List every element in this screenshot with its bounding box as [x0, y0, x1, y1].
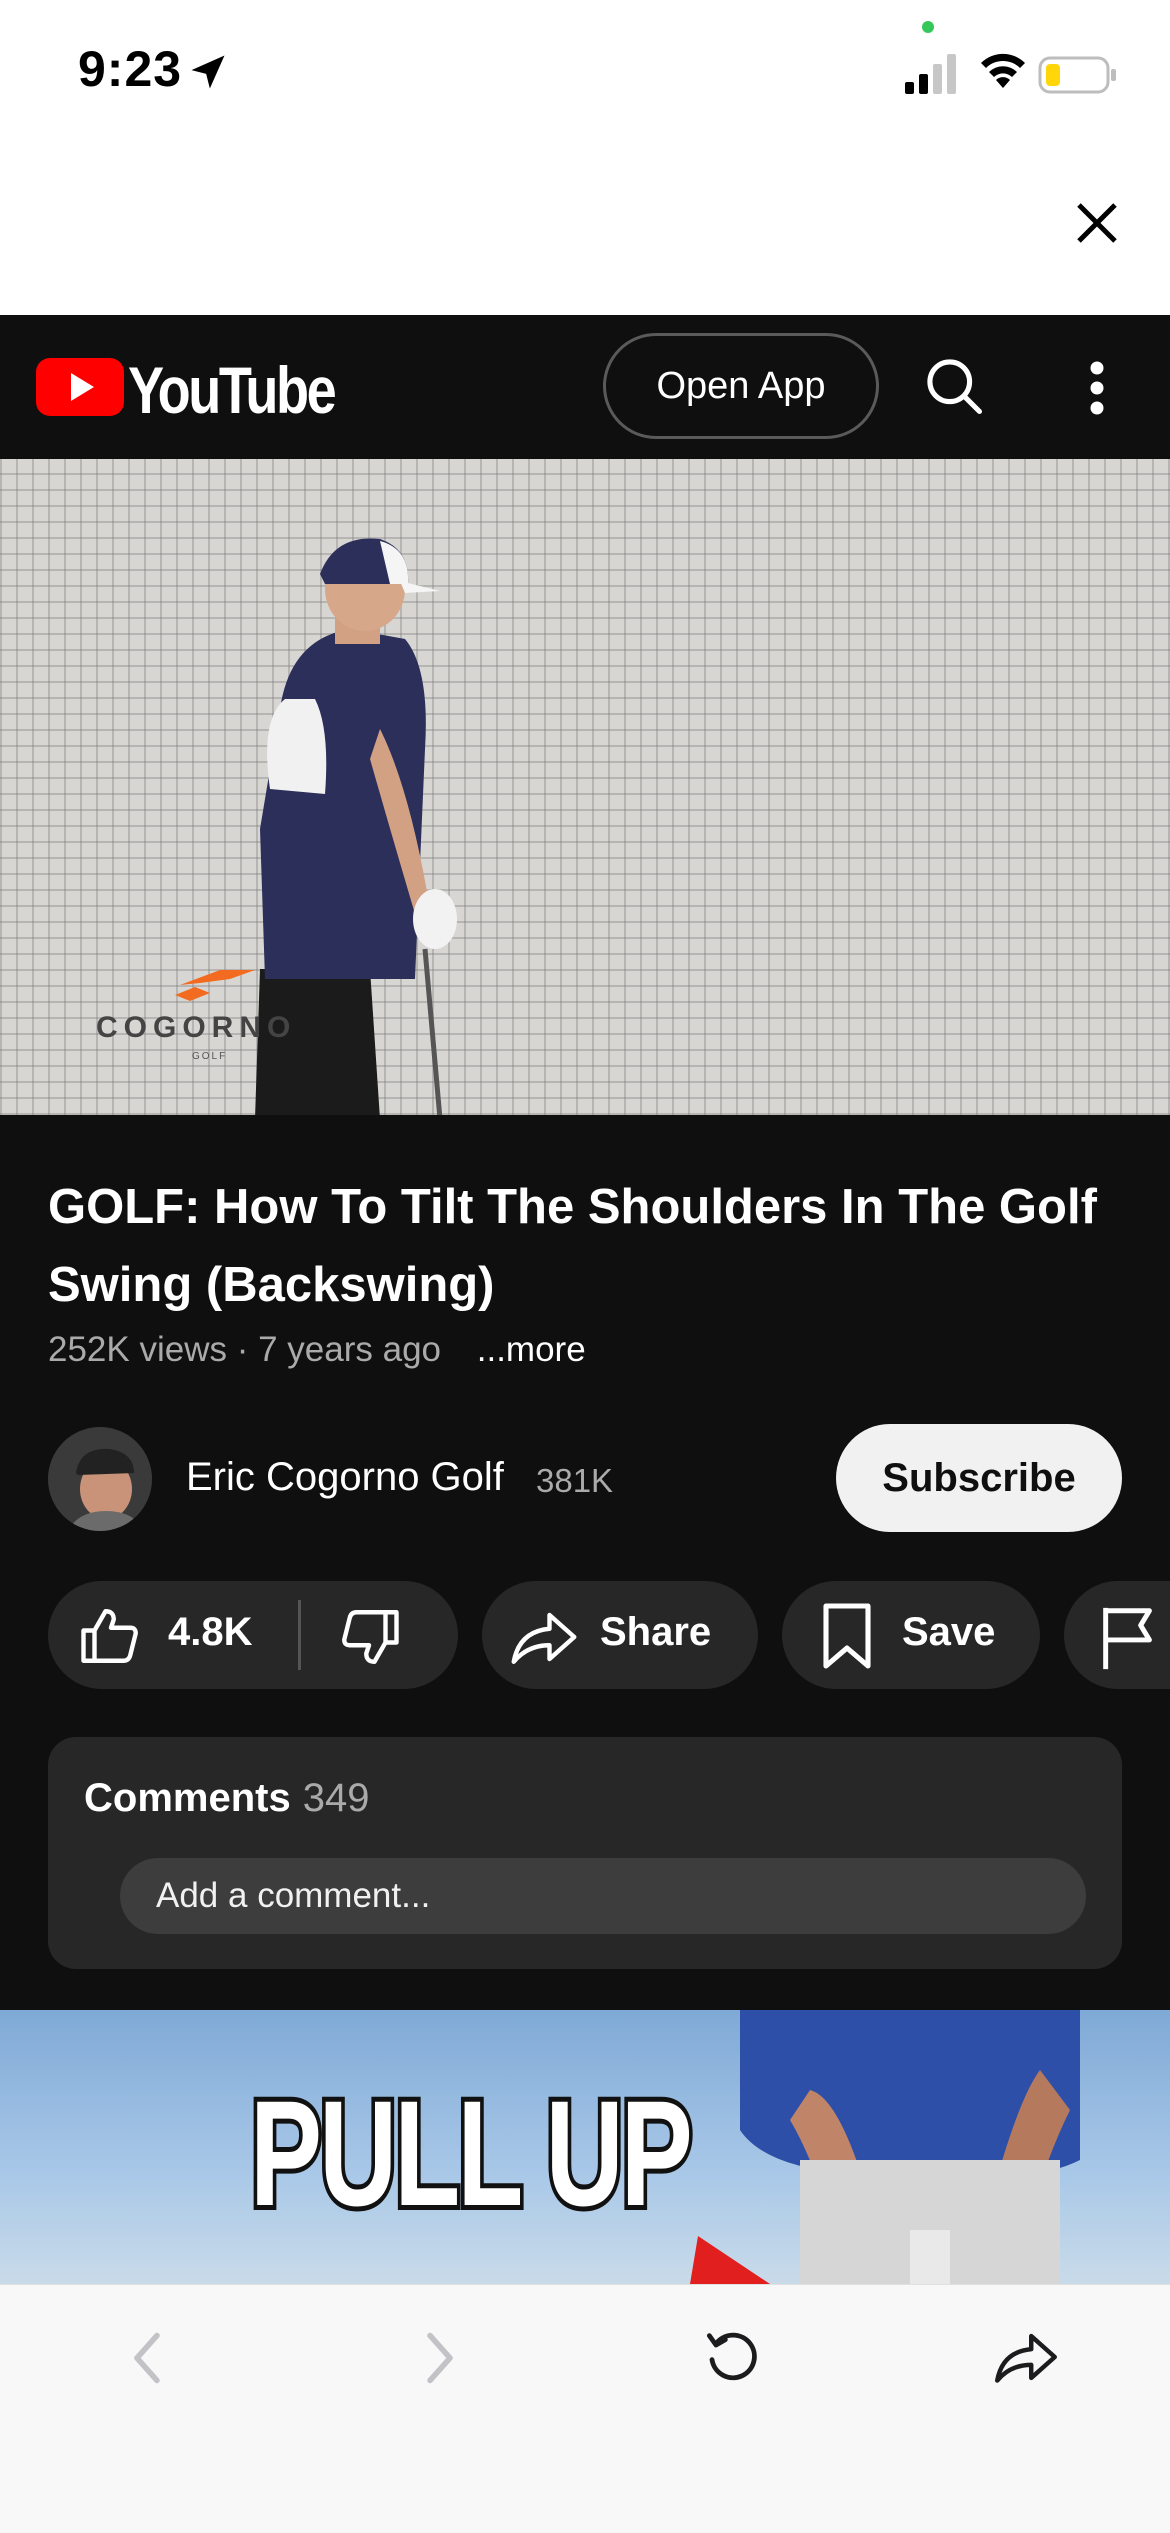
subscribe-button[interactable]: Subscribe	[836, 1424, 1122, 1532]
red-flag-shape	[690, 2236, 770, 2284]
comments-label: Comments	[84, 1776, 291, 1820]
comments-section[interactable]	[48, 1737, 1122, 1969]
share-button-label[interactable]: Share	[600, 1610, 711, 1655]
forward-chevron-icon[interactable]	[418, 2328, 462, 2388]
forward-share-icon[interactable]	[992, 2325, 1060, 2389]
cellular-signal-icon	[905, 54, 956, 94]
meta-separator: ·	[236, 1330, 249, 1369]
thumbnail-golfer	[740, 2010, 1080, 2284]
channel-name[interactable]: Eric Cogorno Golf	[186, 1455, 504, 1500]
share-arrow-icon[interactable]	[508, 1604, 580, 1670]
thumbs-down-icon[interactable]	[336, 1604, 402, 1670]
like-count[interactable]: 4.8K	[168, 1610, 253, 1655]
like-divider	[298, 1600, 301, 1670]
video-title[interactable]: GOLF: How To Tilt The Shoulders In The G…	[48, 1168, 1128, 1324]
more-link[interactable]: ...more	[477, 1330, 586, 1369]
subscriber-count: 381K	[536, 1462, 614, 1499]
browser-top-bar	[0, 140, 1170, 315]
video-player[interactable]: COGORNO GOLF	[0, 459, 1170, 1115]
battery-icon	[1038, 56, 1116, 94]
browser-toolbar	[0, 2284, 1170, 2533]
privacy-indicator	[922, 21, 934, 33]
thumbnail-title-text: PULL UP	[246, 2069, 696, 2237]
thumbs-up-icon[interactable]	[78, 1603, 144, 1669]
comments-header[interactable]: Comments 349	[84, 1776, 369, 1821]
video-watermark-sub: GOLF	[192, 1051, 228, 1062]
upload-age: 7 years ago	[258, 1330, 442, 1369]
add-comment-input[interactable]: Add a comment...	[120, 1858, 1086, 1934]
status-time: 9:23	[78, 41, 183, 97]
avatar-image	[48, 1427, 152, 1531]
flag-icon[interactable]	[1096, 1602, 1162, 1672]
channel-avatar[interactable]	[48, 1427, 152, 1531]
open-app-button[interactable]: Open App	[603, 333, 879, 439]
save-button-label[interactable]: Save	[902, 1610, 995, 1655]
comments-count: 349	[302, 1776, 370, 1820]
search-icon[interactable]	[920, 352, 988, 420]
video-watermark: COGORNO	[96, 1011, 297, 1044]
back-chevron-icon[interactable]	[125, 2328, 169, 2388]
youtube-wordmark[interactable]: YouTube	[128, 352, 337, 428]
bookmark-icon[interactable]	[816, 1600, 878, 1672]
video-meta[interactable]: 252K views · 7 years ago ...more	[48, 1330, 586, 1370]
reload-icon[interactable]	[700, 2325, 764, 2389]
wifi-icon	[981, 53, 1025, 88]
view-count: 252K views	[48, 1330, 227, 1369]
more-vertical-icon[interactable]	[1080, 358, 1114, 418]
close-icon[interactable]	[1070, 196, 1124, 250]
cogorno-logo-mark	[175, 970, 255, 1001]
location-arrow-icon	[191, 55, 225, 89]
